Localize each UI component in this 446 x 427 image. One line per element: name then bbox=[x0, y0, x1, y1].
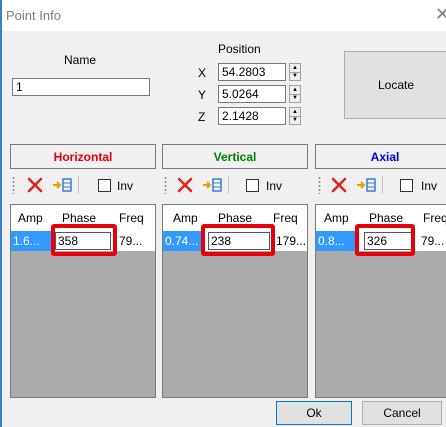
toolbar-separator bbox=[228, 176, 229, 194]
column-header-phase[interactable]: Phase bbox=[369, 211, 403, 225]
z-label: Z bbox=[198, 110, 206, 124]
cell-amp[interactable]: 0.74... bbox=[163, 231, 205, 251]
column-header-freq[interactable]: Freq bbox=[119, 211, 144, 225]
inv-checkbox-vertical[interactable] bbox=[246, 179, 259, 192]
insert-column-icon[interactable] bbox=[202, 177, 224, 193]
name-input[interactable]: 1 bbox=[12, 78, 150, 96]
column-header-amp[interactable]: Amp bbox=[324, 211, 349, 225]
delete-icon[interactable] bbox=[26, 176, 44, 194]
cell-freq[interactable]: 79... bbox=[119, 231, 155, 251]
insert-column-icon[interactable] bbox=[356, 177, 378, 193]
highlight-annotation bbox=[201, 224, 275, 256]
window-title: Point Info bbox=[6, 8, 61, 23]
panel-header-axial: Axial bbox=[315, 144, 446, 169]
toolbar-separator bbox=[78, 176, 79, 194]
column-header-amp[interactable]: Amp bbox=[173, 211, 198, 225]
highlight-annotation bbox=[355, 224, 415, 256]
ok-button[interactable]: Ok bbox=[276, 401, 352, 425]
x-spinner[interactable]: ▲ ▼ bbox=[289, 63, 301, 81]
cancel-button[interactable]: Cancel bbox=[362, 401, 442, 425]
z-input[interactable]: 2.1428 bbox=[218, 107, 286, 125]
z-spinner[interactable]: ▲ ▼ bbox=[289, 107, 301, 125]
name-label: Name bbox=[64, 53, 97, 67]
inv-checkbox-axial[interactable] bbox=[400, 179, 413, 192]
y-input[interactable]: 5.0264 bbox=[218, 85, 286, 103]
highlight-annotation bbox=[51, 224, 117, 256]
point-info-window: Point Info ✕ Name 1 Position X 54.2803 ▲… bbox=[0, 0, 446, 427]
close-icon[interactable]: ✕ bbox=[435, 4, 446, 25]
cell-freq[interactable]: 79... bbox=[421, 231, 446, 251]
delete-icon[interactable] bbox=[176, 176, 194, 194]
toolbar-grip[interactable] bbox=[164, 176, 167, 194]
y-label: Y bbox=[198, 88, 207, 102]
cell-amp[interactable]: 1.6... bbox=[11, 231, 51, 251]
x-label: X bbox=[198, 66, 207, 80]
insert-column-icon[interactable] bbox=[52, 177, 74, 193]
cell-freq[interactable]: 179... bbox=[276, 231, 307, 251]
locate-button[interactable]: Locate bbox=[344, 51, 446, 119]
panel-header-horizontal: Horizontal bbox=[10, 144, 156, 169]
title-bar: Point Info ✕ bbox=[2, 0, 446, 31]
column-header-phase[interactable]: Phase bbox=[62, 211, 96, 225]
toolbar-separator bbox=[382, 176, 383, 194]
column-header-freq[interactable]: Freq bbox=[423, 211, 446, 225]
spin-down-icon[interactable]: ▼ bbox=[290, 72, 300, 80]
toolbar-grip[interactable] bbox=[318, 176, 321, 194]
y-spinner[interactable]: ▲ ▼ bbox=[289, 85, 301, 103]
position-label: Position bbox=[218, 42, 261, 56]
panel-header-vertical: Vertical bbox=[162, 144, 308, 169]
toolbar-grip[interactable] bbox=[12, 176, 15, 194]
cell-amp[interactable]: 0.8... bbox=[316, 231, 356, 251]
window-border bbox=[0, 0, 2, 427]
inv-checkbox-horizontal[interactable] bbox=[98, 179, 111, 192]
spin-down-icon[interactable]: ▼ bbox=[290, 94, 300, 102]
column-header-freq[interactable]: Freq bbox=[273, 211, 298, 225]
column-header-phase[interactable]: Phase bbox=[218, 211, 252, 225]
delete-icon[interactable] bbox=[330, 176, 348, 194]
spin-down-icon[interactable]: ▼ bbox=[290, 116, 300, 124]
x-input[interactable]: 54.2803 bbox=[218, 63, 286, 81]
inv-label: Inv bbox=[117, 179, 134, 193]
inv-label: Inv bbox=[266, 179, 283, 193]
column-header-amp[interactable]: Amp bbox=[18, 211, 43, 225]
inv-label: Inv bbox=[421, 179, 438, 193]
